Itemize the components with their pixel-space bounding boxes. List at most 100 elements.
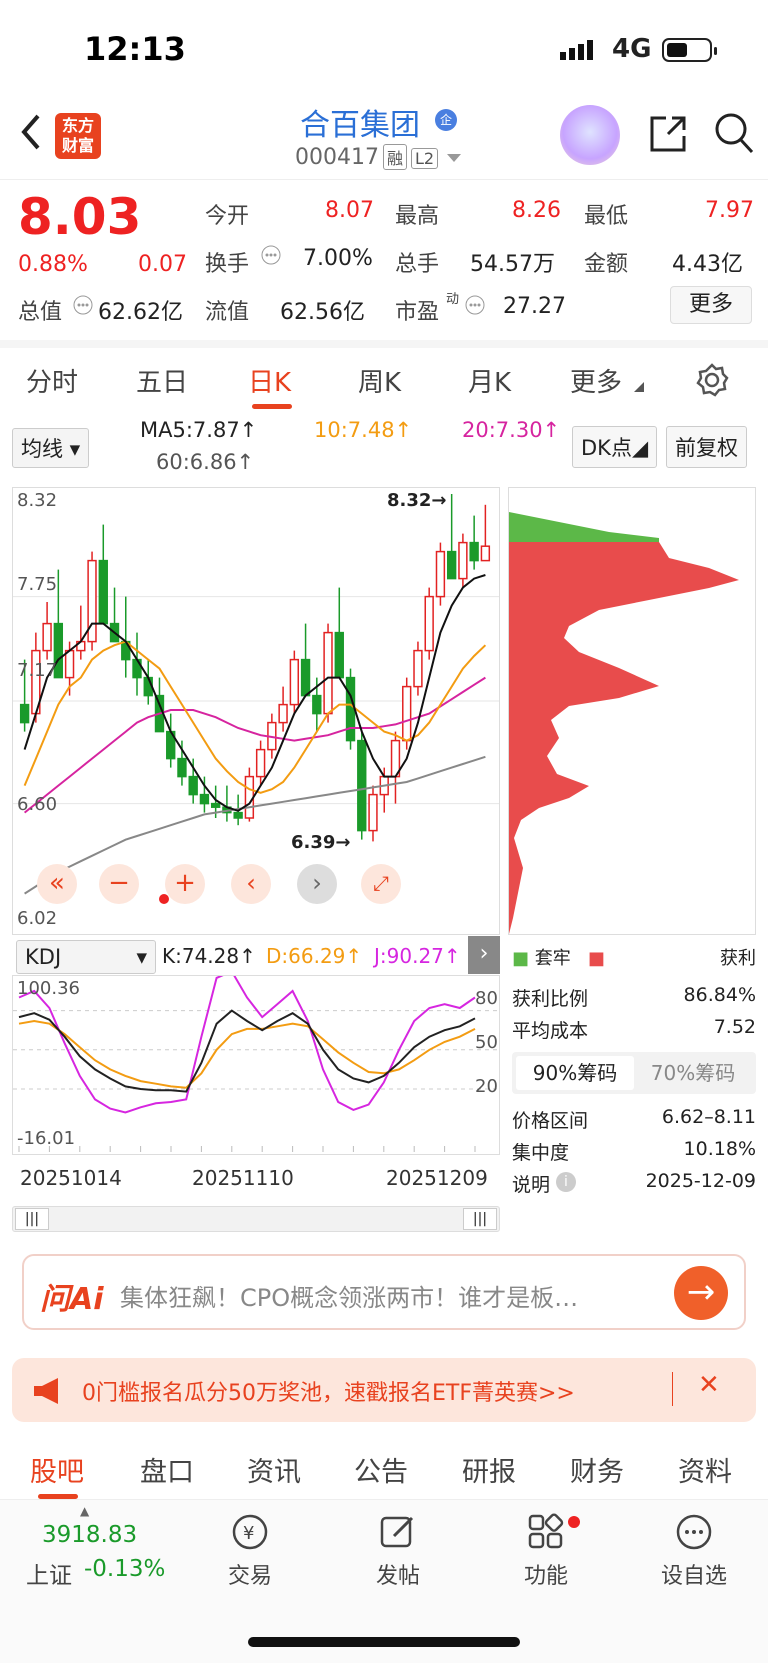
tab-forum[interactable]: 股吧 xyxy=(30,1450,84,1489)
next-button[interactable]: › xyxy=(297,864,337,904)
battery-icon xyxy=(662,38,717,62)
adjust-button[interactable]: 前复权 xyxy=(666,426,747,468)
ai-logo: 问Ai xyxy=(40,1282,104,1317)
turnover-value: 7.00% xyxy=(303,246,373,271)
y-axis-label: 7.75 xyxy=(17,574,58,595)
stock-header: 东方财富 合百集团 企 000417 融 L2 xyxy=(0,100,768,180)
scroll-handle-right[interactable]: ||| xyxy=(463,1208,497,1230)
y-axis-label: 7.17 xyxy=(17,660,58,681)
stock-code: 000417 xyxy=(295,145,379,170)
candle-body xyxy=(480,545,491,562)
sub-indicator-selector[interactable]: KDJ ▾ xyxy=(16,940,156,974)
index-value[interactable]: 3918.83 xyxy=(42,1522,137,1548)
volume-label: 总手 xyxy=(395,252,440,277)
chip-distribution[interactable] xyxy=(508,487,756,935)
ma60-value: 60:6.86↑ xyxy=(156,450,255,474)
post-button[interactable]: 发帖 xyxy=(348,1512,448,1590)
chip-info-panel: ■ 套牢 ■ 获利 获利比例 86.84% 平均成本 7.52 90%筹码 70%筹… xyxy=(512,940,756,1200)
kdj-d-value: D:66.29↑ xyxy=(266,944,363,968)
open-value: 8.07 xyxy=(325,198,374,223)
level2-tag: L2 xyxy=(411,148,439,169)
info-dots-icon[interactable] xyxy=(260,244,282,266)
tab-weekly-k[interactable]: 周K xyxy=(358,362,401,399)
index-change: -0.13% xyxy=(84,1556,166,1582)
tab-orderbook[interactable]: 盘口 xyxy=(140,1450,194,1489)
info-dots-icon[interactable] xyxy=(72,294,94,316)
zoom-in-button[interactable]: + xyxy=(165,864,205,904)
kdj-k-value: K:74.28↑ xyxy=(162,944,256,968)
kdj-chart[interactable]: 100.36 -16.01 80 50 20 xyxy=(12,970,500,1155)
zoom-out-button[interactable]: − xyxy=(99,864,139,904)
search-icon[interactable] xyxy=(712,110,756,156)
kdj-axis-bottom: -16.01 xyxy=(17,1128,76,1149)
price-range-value: 6.62–8.11 xyxy=(661,1106,756,1128)
candle-body xyxy=(323,631,333,715)
index-name[interactable]: 上证 xyxy=(26,1556,72,1590)
range-scrollbar[interactable]: ||| ||| xyxy=(12,1206,500,1232)
date-label: 20251014 xyxy=(20,1166,122,1190)
tab-more[interactable]: 更多 xyxy=(570,362,622,399)
info-dots-icon[interactable] xyxy=(464,294,486,316)
scroll-handle-left[interactable]: ||| xyxy=(15,1208,49,1230)
promo-banner[interactable]: 0门槛报名瓜分50万奖池，速戳报名ETF菁英赛>> ✕ xyxy=(12,1358,756,1422)
megaphone-icon xyxy=(34,1378,58,1404)
seg-70-percent[interactable]: 70%筹码 xyxy=(634,1056,752,1090)
expand-chevron-icon[interactable]: › xyxy=(468,936,500,974)
tab-financials[interactable]: 财务 xyxy=(570,1450,624,1489)
candle-body xyxy=(312,694,322,715)
tab-five-day[interactable]: 五日 xyxy=(136,362,188,399)
tab-research[interactable]: 研报 xyxy=(462,1450,516,1489)
watchlist-button[interactable]: 设自选 xyxy=(644,1512,744,1590)
fullscreen-icon[interactable]: ⤢ xyxy=(361,864,401,904)
candle-body xyxy=(345,676,356,742)
more-button[interactable]: 更多 xyxy=(670,286,752,324)
close-icon[interactable]: ✕ xyxy=(698,1370,720,1400)
legend-gain: 获利 xyxy=(720,948,756,969)
divider xyxy=(672,1372,673,1406)
enterprise-badge-icon: 企 xyxy=(435,109,457,131)
function-button[interactable]: 功能 xyxy=(496,1512,596,1590)
stock-name: 合百集团 xyxy=(300,108,420,143)
volume-value: 54.57万 xyxy=(470,252,555,277)
trade-button[interactable]: ¥ 交易 xyxy=(200,1512,300,1590)
share-icon[interactable] xyxy=(646,112,690,156)
concentration-label: 集中度 xyxy=(512,1142,570,1164)
candle-body xyxy=(188,775,198,796)
ai-ask-bar[interactable]: 问Ai 集体狂飙！CPO概念领涨两市！谁才是板… → xyxy=(22,1254,746,1330)
tab-intraday[interactable]: 分时 xyxy=(26,362,78,399)
ma-legend: 均线 ▾ MA5:7.87↑ 10:7.48↑ 20:7.30↑ 60:6.86… xyxy=(0,414,768,484)
candle-body xyxy=(233,811,243,819)
content-tabs: 股吧 盘口 资讯 公告 研报 财务 资料 xyxy=(0,1432,768,1500)
arrow-right-icon[interactable]: → xyxy=(674,1266,728,1320)
candle-body xyxy=(199,793,210,805)
tab-profile[interactable]: 资料 xyxy=(678,1450,732,1489)
note-label[interactable]: 说明 xyxy=(512,1174,550,1196)
back-icon[interactable] xyxy=(18,112,44,152)
prev-button[interactable]: ‹ xyxy=(231,864,271,904)
tab-announcements[interactable]: 公告 xyxy=(354,1450,408,1489)
kline-chart[interactable]: 8.32 7.75 7.17 6.60 6.02 8.32→ 6.39→ « −… xyxy=(12,487,500,935)
settings-icon[interactable] xyxy=(694,362,730,398)
high-label: 最高 xyxy=(395,204,440,229)
info-icon[interactable]: i xyxy=(556,1172,576,1192)
watchlist-label: 设自选 xyxy=(660,1564,727,1589)
seg-90-percent[interactable]: 90%筹码 xyxy=(516,1056,634,1090)
rewind-button[interactable]: « xyxy=(37,864,77,904)
candle-body xyxy=(278,703,288,724)
dk-point-button[interactable]: DK点◢ xyxy=(572,426,658,468)
indicator-selector[interactable]: 均线 ▾ xyxy=(12,428,90,468)
kdj-level-80: 80 xyxy=(475,988,498,1009)
candle-body xyxy=(300,658,311,697)
tab-daily-k[interactable]: 日K xyxy=(248,362,291,399)
app-logo[interactable]: 东方财富 xyxy=(55,113,101,159)
ai-robot-avatar[interactable] xyxy=(560,105,620,165)
candle-body xyxy=(98,559,108,625)
mktcap-label: 总值 xyxy=(18,300,63,325)
period-tabs: 分时 五日 日K 周K 月K 更多 xyxy=(0,340,768,409)
tab-news[interactable]: 资讯 xyxy=(247,1450,301,1489)
active-tab-indicator xyxy=(252,404,292,409)
stock-code-row[interactable]: 000417 融 L2 xyxy=(295,144,463,170)
function-label: 功能 xyxy=(523,1564,568,1589)
tab-monthly-k[interactable]: 月K xyxy=(468,362,511,399)
turnover-label: 换手 xyxy=(205,252,250,277)
